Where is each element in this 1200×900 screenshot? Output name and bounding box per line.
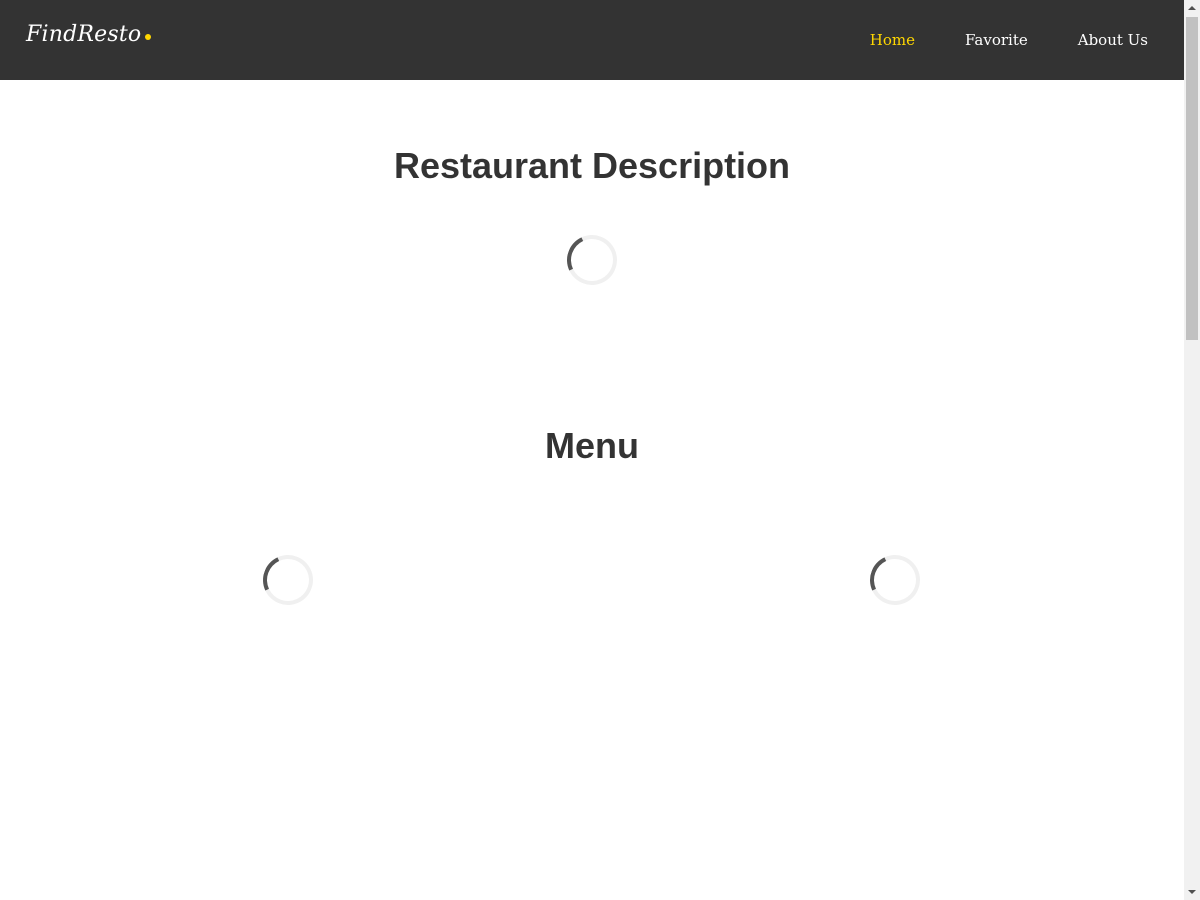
brand-dot-icon — [145, 34, 152, 40]
scroll-down-button[interactable] — [1184, 884, 1200, 900]
loading-spinner-icon — [862, 547, 928, 613]
app-header: FindResto Home Favorite About Us — [0, 0, 1184, 80]
brand-name: FindResto — [26, 22, 142, 47]
main-nav: Home Favorite About Us — [870, 0, 1148, 80]
loading-spinner-icon — [559, 227, 625, 293]
nav-link-favorite[interactable]: Favorite — [915, 0, 1028, 80]
page-viewport: FindResto Home Favorite About Us Restaur… — [0, 0, 1184, 900]
chevron-up-icon — [1188, 6, 1196, 10]
chevron-down-icon — [1188, 890, 1196, 894]
scroll-up-button[interactable] — [1184, 0, 1200, 16]
vertical-scrollbar[interactable] — [1184, 0, 1200, 900]
scrollbar-thumb[interactable] — [1186, 17, 1198, 340]
menu-heading: Menu — [545, 425, 639, 466]
nav-link-about-us[interactable]: About Us — [1028, 0, 1148, 80]
description-heading: Restaurant Description — [393, 145, 791, 186]
loading-spinner-icon — [255, 547, 321, 613]
brand-logo[interactable]: FindResto — [26, 20, 152, 50]
nav-link-home[interactable]: Home — [870, 0, 915, 80]
